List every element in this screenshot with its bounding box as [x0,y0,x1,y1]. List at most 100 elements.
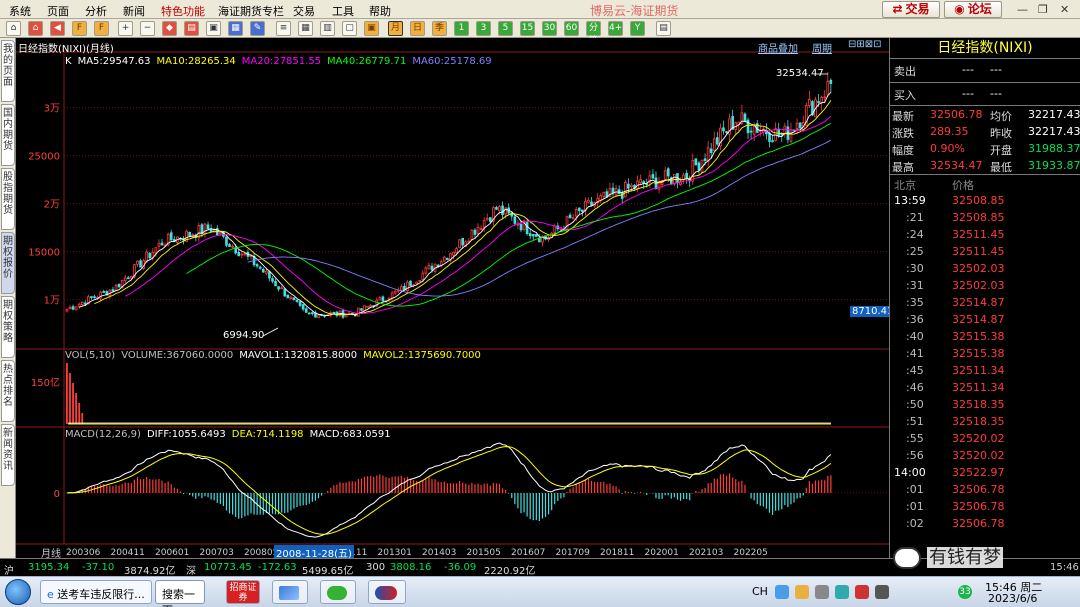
house-icon[interactable]: ⌂ [28,21,43,36]
menu-help[interactable]: 帮助 [369,3,391,19]
tray-ime-icon[interactable] [795,585,809,599]
app-brand: 博易云-海证期货 [590,4,679,18]
tick-price: 32511.34 [952,381,1005,394]
candle-body [623,182,627,198]
trade-button[interactable]: ⇄ 交易 [882,1,940,18]
tick-time: :01 [906,483,924,496]
rank-icon[interactable]: ▤ [184,21,199,36]
menu-analysis[interactable]: 分析 [85,3,107,19]
volume-legend: VOL(5,10) VOLUME:367060.0000 MAVOL1:132081… [65,350,487,361]
zoom-in-icon[interactable]: + [118,21,133,36]
period-5-button[interactable]: 5 [498,21,513,36]
period-link[interactable]: 周期 [812,40,832,55]
period-y-button[interactable]: Y [630,21,645,36]
kline-chart-area[interactable]: 3万 25000 2万 15000 1万 150亿 0 200306 200411 200601 2… [16,38,896,560]
candle-body [286,294,290,299]
menu-trade[interactable]: 交易 [293,3,315,19]
period-15-button[interactable]: 15 [520,21,535,36]
menu-system[interactable]: 系统 [9,3,31,19]
tab-option-strategy[interactable]: 期权策略 [1,296,15,358]
forum-button[interactable]: ◉ 论坛 [944,1,1002,18]
quote-icon[interactable]: ▥ [320,21,335,36]
boyi-taskbar-icon[interactable] [368,580,406,604]
candle-body [694,158,698,166]
tray-display-icon[interactable] [875,585,889,599]
candle-body [409,280,412,287]
candle-body [789,129,793,142]
low-price: 31933.87 [1028,159,1080,172]
notification-badge[interactable]: 33 [958,585,972,599]
period-custom-button[interactable]: 4+ [608,21,623,36]
clock-date[interactable]: 2023/6/6 [988,592,1037,605]
calculator-icon[interactable]: ▤ [656,21,671,36]
taskbar-item-browser[interactable]: e 送考车违反限行... [40,580,152,604]
tick-time: :40 [906,330,924,343]
period-day-button[interactable]: 日 [410,21,425,36]
info-icon[interactable]: ▢ [342,21,357,36]
candle-body [206,224,210,230]
menu-hz-column[interactable]: 海证期货专栏 [218,3,284,19]
grid-icon[interactable]: ▦ [298,21,313,36]
tab-news[interactable]: 新闻资讯 [1,424,15,486]
kline-chart-svg[interactable]: 3万 25000 2万 15000 1万 150亿 0 200306 200411 200601 2… [16,38,889,558]
tick-time: 13:59 [894,194,926,207]
tab-option-quotes[interactable]: 期权报价 [1,232,15,294]
start-button[interactable] [5,579,31,605]
macd-diff-line [66,442,832,538]
period-1-button[interactable]: 1 [454,21,469,36]
home-icon[interactable]: ⌂ [6,21,21,36]
f10-alt-icon[interactable]: F [94,21,109,36]
tab-hot-ranking[interactable]: 热点排名 [1,360,15,422]
taskbar-search[interactable]: 搜索一下 [155,580,205,607]
calendar-icon[interactable]: ▣ [364,21,379,36]
period-30-button[interactable]: 30 [542,21,557,36]
candle-body [114,284,118,291]
period-month-button[interactable]: 月 [388,21,403,36]
back-icon[interactable]: ◀ [50,21,65,36]
tick-row: :24 32511.45 [890,226,1080,243]
candle-body [768,132,771,142]
buy-price: --- [962,87,974,100]
tray-keyboard-icon[interactable] [815,585,829,599]
app-window-icon[interactable] [272,580,308,604]
period-3-button[interactable]: 3 [476,21,491,36]
tray-network-icon[interactable] [775,585,789,599]
tab-my-page[interactable]: 我的页面 [1,40,15,102]
stat-label: 均价 [990,110,1012,123]
tab-index-futures[interactable]: 股指期货 [1,168,15,230]
panel-layout-icons[interactable]: ⊟⊞⊠⊡ [848,39,882,50]
candle-body [225,236,228,246]
stamp-icon[interactable]: ▣ [206,21,221,36]
menu-page[interactable]: 页面 [47,3,69,19]
sz-amount: 5499.65亿 [302,566,354,577]
minimize-icon[interactable]: — [1017,3,1028,16]
menu-tools[interactable]: 工具 [332,3,354,19]
zhaoshang-app-icon[interactable]: 招商证券 [226,580,260,604]
tray-app-icon[interactable] [835,585,849,599]
tick-time: :35 [906,296,924,309]
tick-time: :56 [906,449,924,462]
zoom-out-icon[interactable]: − [140,21,155,36]
date-tick-label: 201811 [600,548,634,558]
special-icon[interactable]: ◆ [162,21,177,36]
tick-row: :31 32502.03 [890,277,1080,294]
menu-news[interactable]: 新闻 [123,3,145,19]
candle-body [274,281,277,287]
f10-icon[interactable]: F [72,21,87,36]
list-icon[interactable]: ≡ [276,21,291,36]
restore-icon[interactable]: ❐ [1038,3,1048,16]
tab-domestic-futures[interactable]: 国内期货 [1,104,15,166]
volume-legend-item: MAVOL2:1375690.7000 [363,350,481,361]
period-quarter-button[interactable]: 季 [432,21,447,36]
candle-body [476,226,480,234]
tray-security-icon[interactable] [855,585,869,599]
period-60-button[interactable]: 60 [564,21,579,36]
menu-features[interactable]: 特色功能 [161,3,205,19]
wechat-taskbar-icon[interactable] [320,580,356,604]
period-tick-button[interactable]: 分笔 [586,21,601,46]
language-indicator[interactable]: CH [752,585,768,598]
close-icon[interactable]: ✕ [1060,3,1069,16]
note-icon[interactable]: ✎ [250,21,265,36]
news-icon[interactable]: ▦ [228,21,243,36]
overlay-link[interactable]: 商品叠加 [758,40,798,55]
